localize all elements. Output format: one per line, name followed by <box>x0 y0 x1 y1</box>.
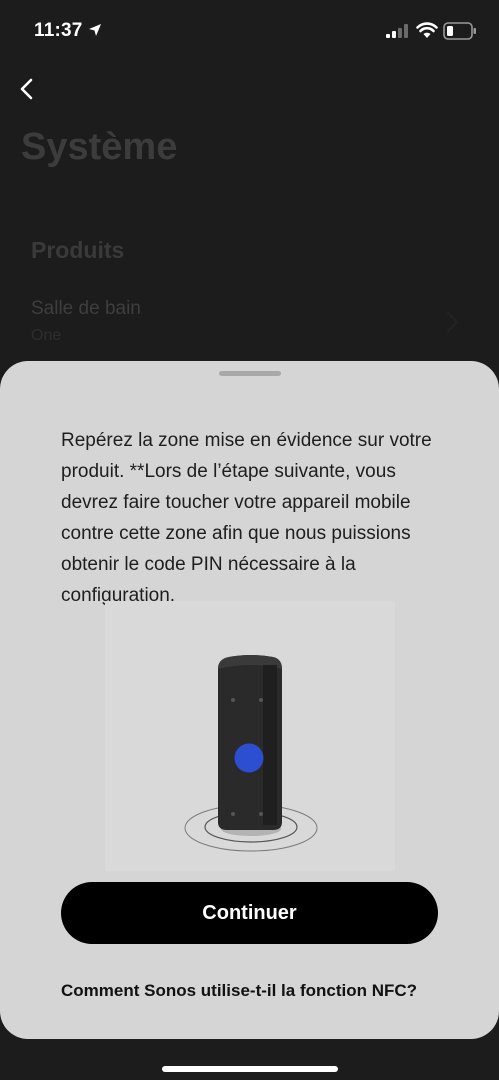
section-header-products: Produits <box>31 237 125 263</box>
speaker-nfc-zone-illustration <box>105 601 395 871</box>
status-bar: 11:37 <box>0 0 499 62</box>
chevron-right-icon <box>446 311 459 333</box>
location-arrow-icon <box>89 24 101 36</box>
nfc-info-link[interactable]: Comment Sonos utilise-t-il la fonction N… <box>61 981 417 1001</box>
sheet-grabber[interactable] <box>219 371 281 376</box>
instructions-text: Repérez la zone mise en évidence sur vot… <box>61 430 432 606</box>
page-title: Système <box>21 126 178 168</box>
cellular-signal-icon <box>386 24 408 38</box>
wifi-icon <box>416 22 438 38</box>
product-name: Salle de bain <box>31 298 141 319</box>
continue-button-label: Continuer <box>202 901 297 924</box>
chevron-left-icon <box>20 78 33 100</box>
status-time: 11:37 <box>34 20 83 41</box>
battery-icon <box>443 22 476 40</box>
nfc-zone-marker <box>234 743 264 773</box>
product-model: One <box>31 327 62 344</box>
product-row[interactable]: Salle de bain One <box>0 290 499 356</box>
bottom-sheet: Repérez la zone mise en évidence sur vot… <box>0 361 499 1039</box>
home-indicator[interactable] <box>162 1066 338 1072</box>
continue-button[interactable]: Continuer <box>61 882 438 944</box>
back-button[interactable] <box>14 74 38 104</box>
